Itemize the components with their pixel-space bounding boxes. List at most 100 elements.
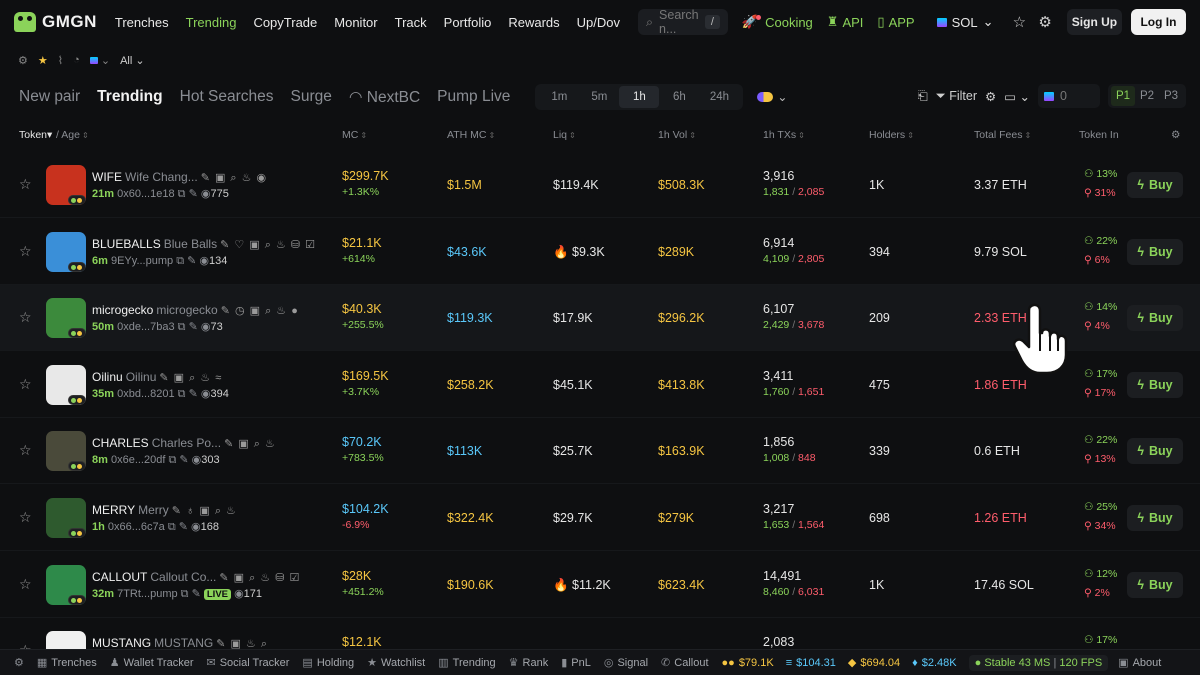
table-row[interactable]: ☆ WIFE Wife Chang... ✎ ▣ ⌕ ♨ ◉ 21m 0x60...1e… [0, 152, 1200, 218]
preset-p2[interactable]: P2 [1135, 86, 1159, 106]
favorite-star-icon[interactable]: ☆ [19, 509, 32, 526]
column-token[interactable]: Token▾ [19, 129, 52, 141]
nav-link-updov[interactable]: Up/Dov [577, 15, 620, 30]
bottom-settings-gear-icon[interactable]: ⚙ [14, 656, 24, 669]
nav-link-portfolio[interactable]: Portfolio [444, 15, 492, 30]
tab-trending[interactable]: Trending [97, 88, 162, 106]
token-address[interactable]: 9EYy...pump [111, 255, 173, 267]
chart-icon[interactable]: ⌇ [58, 54, 63, 67]
table-row[interactable]: ☆ MERRY Merry ✎ ♁ ▣ ⌕ ♨ 1h 0x66...6c7a ⧉ ✎ ◉… [0, 485, 1200, 551]
bottom-nav-trending[interactable]: ▥ Trending [438, 656, 495, 670]
timeframe-1h[interactable]: 1h [619, 86, 660, 108]
app-link[interactable]: ▯ APP [877, 14, 914, 30]
filter-button[interactable]: ⏷ Filter [936, 89, 977, 104]
token-avatar[interactable] [46, 564, 86, 605]
buy-button[interactable]: ϟ Buy [1127, 371, 1183, 398]
all-filter[interactable]: All ⌄ [120, 54, 145, 67]
token-title[interactable]: MERRY Merry ✎ ♁ ▣ ⌕ ♨ [92, 503, 237, 518]
nav-link-rewards[interactable]: Rewards [508, 15, 559, 30]
token-avatar[interactable] [46, 298, 86, 339]
settings-gear-icon[interactable]: ⚙ [18, 54, 28, 67]
bookmark-icon[interactable]: ⎗ [918, 89, 928, 104]
column-holders[interactable]: Holders ⇕ [869, 129, 914, 141]
timeframe-6h[interactable]: 6h [659, 86, 699, 108]
token-avatar[interactable] [46, 364, 86, 405]
nav-link-monitor[interactable]: Monitor [334, 15, 377, 30]
table-row[interactable]: ☆ CALLOUT Callout Co... ✎ ▣ ⌕ ♨ ⛁ ☑ 32m 7TRt… [0, 552, 1200, 618]
bottom-nav-signal[interactable]: ◎ Signal [604, 656, 648, 670]
column-liq[interactable]: Liq ⇕ [553, 129, 576, 141]
nav-link-trending[interactable]: Trending [186, 15, 237, 30]
nav-link-copytrade[interactable]: CopyTrade [253, 15, 317, 30]
token-address[interactable]: 0x66...6c7a [108, 521, 165, 533]
bottom-nav-trenches[interactable]: ▦ Trenches [37, 656, 97, 670]
copy-icon[interactable]: ⧉ [178, 588, 192, 600]
column-influence[interactable]: Token In [1079, 129, 1119, 141]
tab-pump-live[interactable]: Pump Live [437, 88, 510, 106]
logo[interactable]: GMGN [14, 12, 97, 32]
tab-nextbc[interactable]: ◠ NextBC [349, 88, 420, 107]
token-address[interactable]: 0xbd...8201 [117, 388, 175, 400]
buy-button[interactable]: ϟ Buy [1127, 571, 1183, 598]
favorite-star-icon[interactable]: ☆ [19, 243, 32, 260]
table-row[interactable]: ☆ BLUEBALLS Blue Balls ✎ ♡ ▣ ⌕ ♨ ⛁ ☑ 6m 9EYy… [0, 219, 1200, 285]
bottom-nav-wallet-tracker[interactable]: ♟ Wallet Tracker [110, 656, 194, 670]
favorite-star-icon[interactable]: ☆ [19, 176, 32, 193]
column-settings-gear-icon[interactable]: ⚙ [1171, 129, 1180, 141]
live-badge[interactable]: LIVE [203, 588, 231, 600]
column-age[interactable]: / Age ⇕ [56, 129, 89, 141]
table-row[interactable]: ☆ CHARLES Charles Po... ✎ ▣ ⌕ ♨ 8m 0x6e...20… [0, 418, 1200, 485]
token-address[interactable]: 0x6e...20df [111, 454, 165, 466]
buy-button[interactable]: ϟ Buy [1127, 505, 1183, 531]
column-mc[interactable]: MC ⇕ [342, 129, 367, 141]
token-avatar[interactable] [46, 498, 86, 538]
copy-icon[interactable]: ⧉ [175, 188, 189, 200]
bottom-nav-holding[interactable]: ▤ Holding [302, 656, 354, 670]
column-fees[interactable]: Total Fees ⇕ [974, 129, 1031, 141]
chain-filter[interactable]: ⌄ [89, 54, 110, 67]
bottom-nav-rank[interactable]: ♛ Rank [509, 656, 549, 670]
token-title[interactable]: Oilinu Oilinu ✎ ▣ ⌕ ♨ ≈ [92, 370, 222, 385]
settings-gear-icon[interactable]: ⚙ [1037, 12, 1053, 32]
token-address[interactable]: 0xde...7ba3 [117, 321, 175, 333]
api-link[interactable]: ♜ API [827, 14, 864, 30]
bottom-nav-pnl[interactable]: ▮ PnL [561, 656, 591, 670]
token-title[interactable]: WIFE Wife Chang... ✎ ▣ ⌕ ♨ ◉ [92, 170, 267, 185]
wallet-dropdown[interactable]: ▭ ⌄ [1004, 89, 1030, 104]
favorite-star-icon[interactable]: ☆ [19, 442, 32, 459]
timeframe-1m[interactable]: 1m [539, 86, 579, 108]
column-ath-mc[interactable]: ATH MC ⇕ [447, 129, 495, 141]
nav-link-trenches[interactable]: Trenches [115, 15, 169, 30]
copy-icon[interactable]: ⧉ [165, 521, 179, 533]
buy-button[interactable]: ϟ Buy [1127, 238, 1183, 265]
copy-icon[interactable]: ⧉ [165, 454, 179, 466]
copy-icon[interactable]: ⧉ [175, 388, 189, 400]
timeframe-24h[interactable]: 24h [699, 86, 739, 108]
about-link[interactable]: ▣ About [1118, 656, 1161, 670]
preset-p1[interactable]: P1 [1111, 86, 1135, 106]
star-filled-icon[interactable]: ★ [38, 54, 48, 67]
bottom-nav-callout[interactable]: ✆ Callout [661, 656, 708, 670]
tab-hot-searches[interactable]: Hot Searches [180, 88, 274, 106]
buy-button[interactable]: ϟ Buy [1127, 305, 1183, 332]
token-address[interactable]: 7TRt...pump [117, 588, 178, 600]
tab-new-pair[interactable]: New pair [19, 88, 80, 106]
copy-icon[interactable]: ⧉ [173, 255, 187, 267]
sign-up-button[interactable]: Sign Up [1066, 9, 1122, 35]
search-input[interactable]: ⌕ Search n... / [638, 8, 728, 36]
history-icon[interactable]: ◔ [73, 54, 80, 66]
chain-selector[interactable]: SOL ⌄ [936, 14, 994, 30]
bottom-nav-social-tracker[interactable]: ✉ Social Tracker [207, 656, 290, 670]
token-title[interactable]: CHARLES Charles Po... ✎ ▣ ⌕ ♨ [92, 436, 276, 451]
tab-surge[interactable]: Surge [291, 88, 332, 106]
column-vol[interactable]: 1h Vol ⇕ [658, 129, 696, 141]
amount-input[interactable]: 0 [1038, 84, 1100, 108]
token-avatar[interactable] [46, 431, 86, 472]
filter-settings-gear-icon[interactable]: ⚙ [985, 89, 996, 104]
cooking-link[interactable]: 🚀 Cooking [742, 14, 813, 30]
preset-p3[interactable]: P3 [1159, 86, 1183, 106]
buy-button[interactable]: ϟ Buy [1127, 172, 1183, 198]
copy-icon[interactable]: ⧉ [175, 321, 189, 333]
favorites-star-icon[interactable]: ☆ [1012, 12, 1028, 32]
favorite-star-icon[interactable]: ☆ [19, 376, 32, 393]
